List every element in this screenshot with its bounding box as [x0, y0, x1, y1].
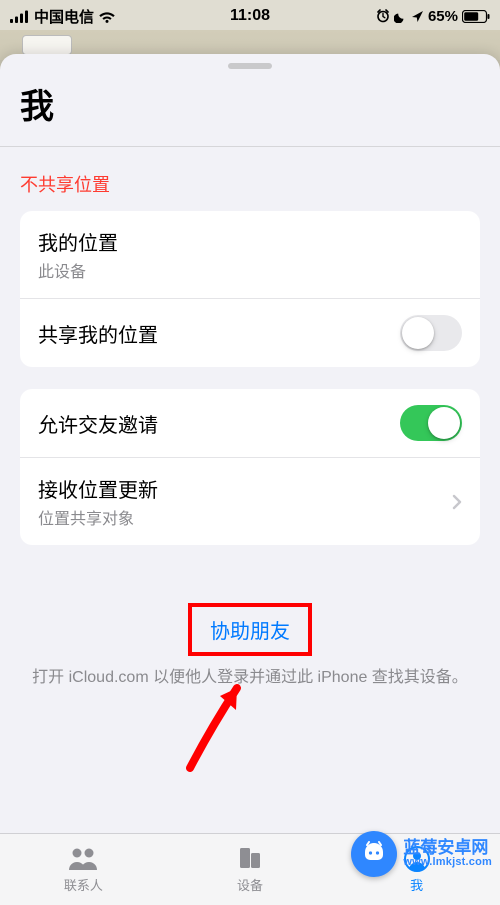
wifi-icon — [98, 10, 116, 23]
receive-updates-sub: 位置共享对象 — [38, 505, 452, 529]
signal-icon — [10, 10, 30, 23]
battery-percent: 65% — [428, 8, 458, 25]
help-friend-section: 协助朋友 打开 iCloud.com 以便他人登录并通过此 iPhone 查找其… — [0, 567, 500, 691]
my-location-row[interactable]: 我的位置 此设备 — [20, 211, 480, 298]
help-friend-subtitle: 打开 iCloud.com 以便他人登录并通过此 iPhone 查找其设备。 — [22, 666, 478, 691]
allow-friend-request-toggle[interactable] — [400, 405, 462, 441]
not-sharing-label: 不共享位置 — [0, 147, 500, 211]
receive-updates-title: 接收位置更新 — [38, 474, 452, 503]
receive-updates-row[interactable]: 接收位置更新 位置共享对象 — [20, 457, 480, 545]
my-location-title: 我的位置 — [38, 227, 462, 256]
group-location: 我的位置 此设备 共享我的位置 — [20, 211, 480, 367]
page-title: 我 — [0, 79, 500, 146]
tab-bar: 联系人 设备 我 — [0, 833, 500, 905]
my-location-sub: 此设备 — [38, 258, 462, 282]
tab-contacts[interactable]: 联系人 — [0, 834, 167, 905]
tab-devices[interactable]: 设备 — [167, 834, 334, 905]
share-my-location-title: 共享我的位置 — [38, 319, 400, 348]
battery-icon — [462, 10, 490, 23]
alarm-icon — [376, 9, 390, 23]
tab-contacts-label: 联系人 — [64, 875, 103, 894]
tab-me-label: 我 — [410, 875, 423, 894]
allow-friend-request-title: 允许交友邀请 — [38, 409, 400, 438]
location-arrow-icon — [411, 10, 424, 23]
chevron-right-icon — [452, 494, 462, 510]
dnd-moon-icon — [394, 10, 407, 23]
status-right: 65% — [376, 8, 490, 25]
group-friends: 允许交友邀请 接收位置更新 位置共享对象 — [20, 389, 480, 545]
sheet-grabber[interactable] — [228, 63, 272, 69]
help-friend-link[interactable]: 协助朋友 — [194, 609, 306, 650]
annotation-highlight: 协助朋友 — [188, 603, 312, 656]
me-sheet: 我 不共享位置 我的位置 此设备 共享我的位置 允许交友邀请 — [0, 54, 500, 833]
status-left: 中国电信 — [10, 6, 116, 27]
share-my-location-row[interactable]: 共享我的位置 — [20, 298, 480, 367]
tab-me[interactable]: 我 — [333, 834, 500, 905]
carrier-label: 中国电信 — [34, 6, 94, 27]
share-my-location-toggle[interactable] — [400, 315, 462, 351]
status-bar: 中国电信 11:08 65% — [0, 0, 500, 30]
map-legend-box — [22, 35, 72, 55]
allow-friend-request-row[interactable]: 允许交友邀请 — [20, 389, 480, 457]
tab-devices-label: 设备 — [237, 875, 263, 894]
